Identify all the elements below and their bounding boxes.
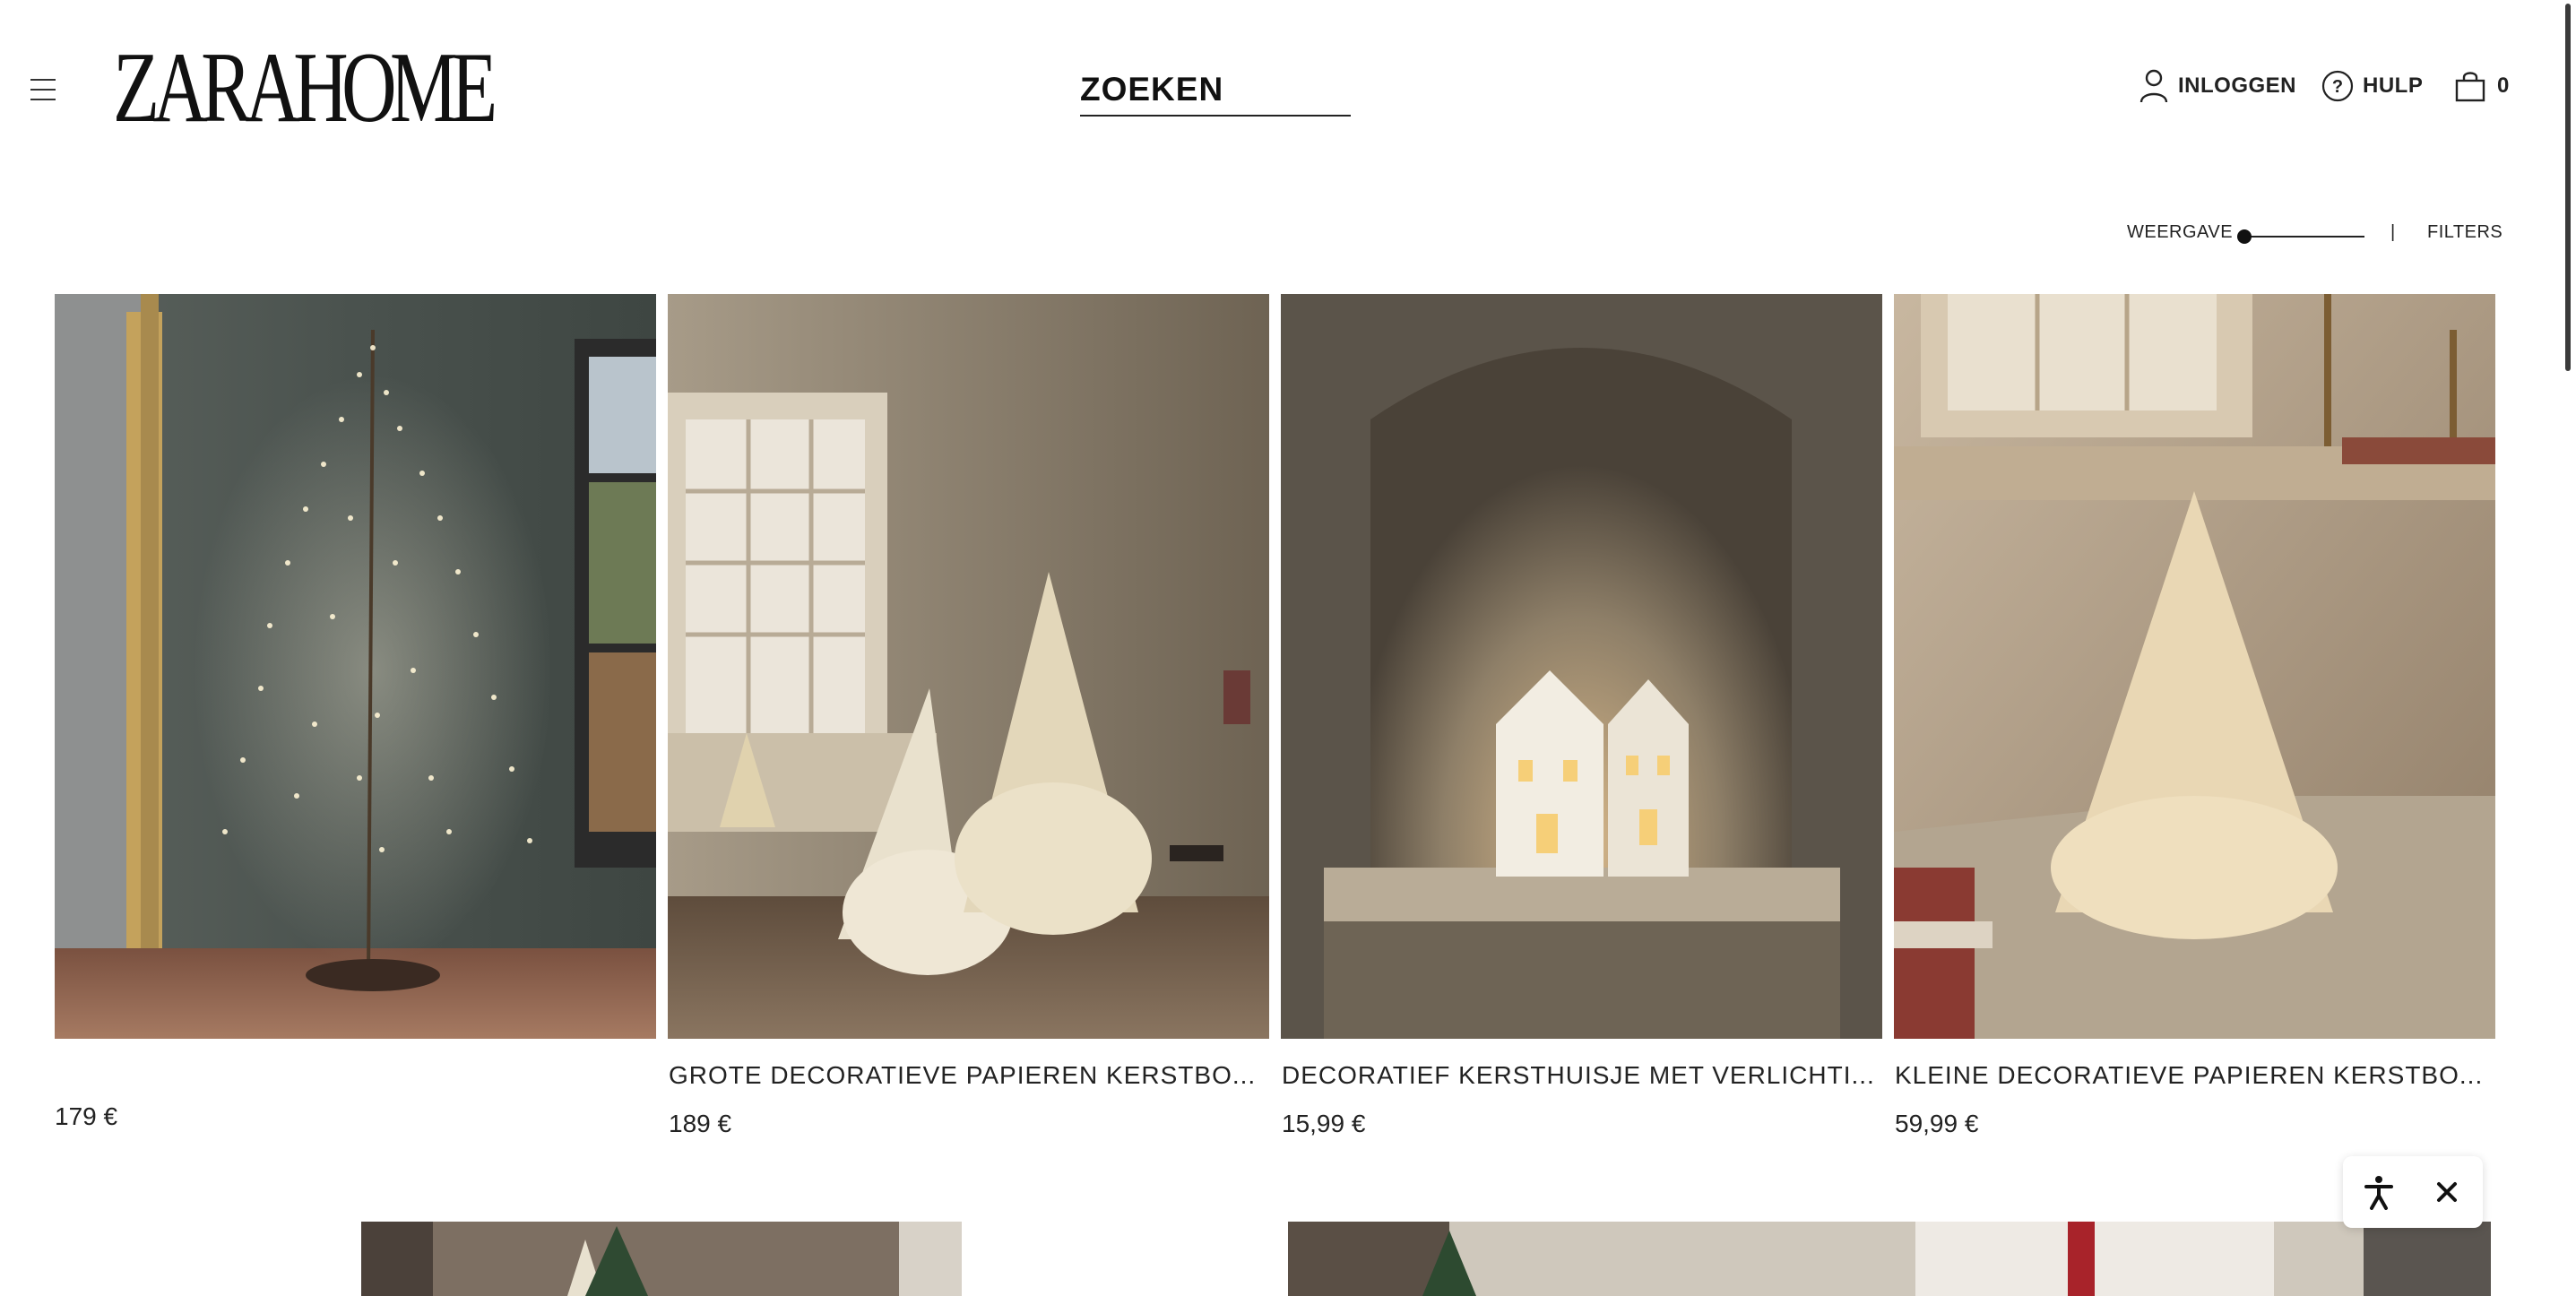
cart-count: 0 xyxy=(2497,73,2510,98)
help-icon: ? xyxy=(2321,70,2354,102)
search-field[interactable]: ZOEKEN xyxy=(1080,70,1351,117)
close-icon xyxy=(2437,1182,2457,1202)
next-row-photo-right xyxy=(1288,1222,2491,1296)
next-row-photo-left xyxy=(361,1222,962,1296)
hamburger-menu-icon xyxy=(30,79,56,81)
product-price-1: 179 € xyxy=(55,1102,118,1130)
product-price-4: 59,99 € xyxy=(1895,1110,1979,1137)
scrollbar-thumb[interactable] xyxy=(2565,4,2571,371)
slider-knob[interactable] xyxy=(2237,229,2252,244)
login-label: INLOGGEN xyxy=(2178,73,2297,98)
logo[interactable]: ZARAHOME xyxy=(113,36,579,140)
product-price-2: 189 € xyxy=(669,1110,732,1137)
paper-trees-photo xyxy=(668,294,1269,1039)
shopping-bag-icon xyxy=(2455,72,2485,102)
user-icon xyxy=(2139,69,2168,103)
menu-button[interactable] xyxy=(30,79,56,100)
product-image-5[interactable] xyxy=(361,1222,962,1296)
product-image-2[interactable] xyxy=(668,294,1269,1039)
product-image-4[interactable] xyxy=(1894,294,2495,1039)
login-link[interactable]: INLOGGEN xyxy=(2139,66,2296,106)
view-slider[interactable] xyxy=(2237,228,2364,246)
close-widget-button[interactable] xyxy=(2429,1174,2465,1210)
small-paper-tree-photo xyxy=(1894,294,2495,1039)
logo-text: ZARAHOME xyxy=(113,32,497,143)
accessibility-button[interactable] xyxy=(2361,1174,2397,1210)
product-image-1[interactable] xyxy=(55,294,656,1039)
cart-link[interactable]: 0 xyxy=(2454,66,2510,106)
slider-track xyxy=(2244,236,2364,238)
help-link[interactable]: ? HULP xyxy=(2321,66,2423,106)
product-price-3: 15,99 € xyxy=(1282,1110,1366,1137)
search-label: ZOEKEN xyxy=(1080,71,1224,108)
help-label: HULP xyxy=(2363,73,2424,98)
toolbar-separator: | xyxy=(2390,222,2396,242)
product-name-3[interactable]: DECORATIEF KERSTHUISJE MET VERLICHTI... xyxy=(1282,1061,1875,1090)
christmas-houses-photo xyxy=(1281,294,1882,1039)
accessibility-icon xyxy=(2364,1176,2393,1210)
view-label: WEERGAVE xyxy=(2127,222,2234,242)
product-image-6[interactable] xyxy=(1288,1222,2491,1296)
product-name-4[interactable]: KLEINE DECORATIEVE PAPIEREN KERSTBO... xyxy=(1895,1061,2483,1090)
accessibility-widget xyxy=(2343,1156,2483,1228)
scrollbar[interactable] xyxy=(2560,0,2576,1296)
product-image-3[interactable] xyxy=(1281,294,1882,1039)
product-name-2[interactable]: GROTE DECORATIEVE PAPIEREN KERSTBO... xyxy=(669,1061,1256,1090)
light-tree-photo xyxy=(55,294,656,1039)
svg-text:?: ? xyxy=(2332,77,2343,97)
filters-button[interactable]: FILTERS xyxy=(2427,222,2503,249)
